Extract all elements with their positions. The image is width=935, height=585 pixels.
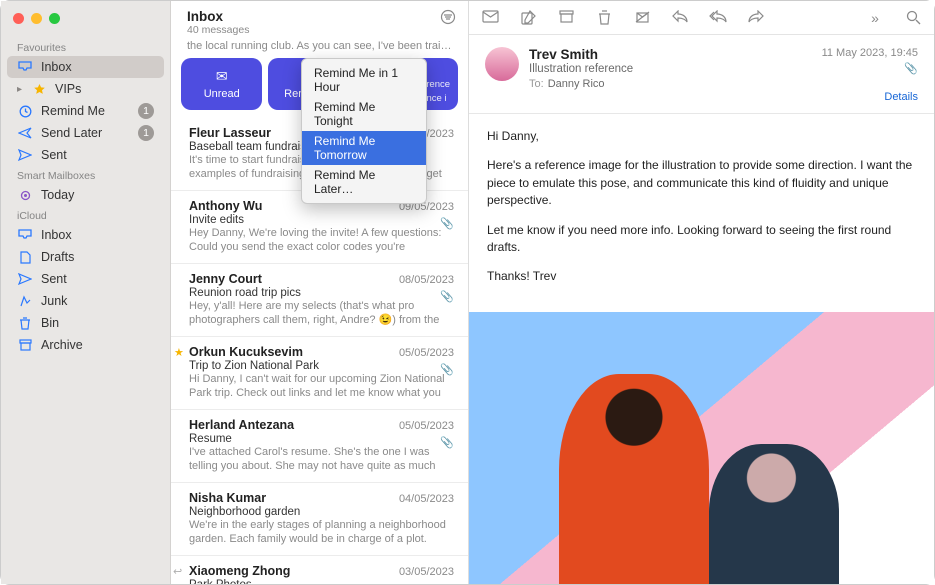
clock-icon bbox=[17, 105, 33, 118]
gear-icon bbox=[17, 189, 33, 202]
bin-icon bbox=[17, 317, 33, 330]
sidebar-section-icloud: iCloud bbox=[1, 206, 170, 224]
search-icon[interactable] bbox=[904, 10, 922, 25]
compose-icon[interactable] bbox=[519, 10, 537, 25]
close-window[interactable] bbox=[13, 13, 24, 24]
figure-silhouette bbox=[559, 374, 709, 584]
avatar bbox=[485, 47, 519, 81]
tray-icon bbox=[17, 229, 33, 241]
figure-silhouette bbox=[709, 444, 839, 584]
message-subject: Illustration reference bbox=[529, 63, 812, 75]
menu-item-1hour[interactable]: Remind Me in 1 Hour bbox=[302, 63, 426, 97]
to-line: To:Danny Rico bbox=[529, 78, 812, 90]
reply-indicator-icon: ↩ bbox=[173, 565, 182, 578]
more-icon[interactable]: » bbox=[866, 10, 884, 26]
reply-all-icon[interactable] bbox=[709, 10, 727, 25]
badge: 1 bbox=[138, 103, 154, 119]
chevron-right-icon: ▸ bbox=[17, 84, 27, 95]
paperclip-icon: 📎 bbox=[822, 62, 918, 75]
paperclip-icon: 📎 bbox=[440, 217, 454, 230]
details-link[interactable]: Details bbox=[822, 91, 918, 103]
attachment-image bbox=[469, 312, 934, 584]
sidebar-item-icloud-sent[interactable]: Sent bbox=[1, 268, 170, 290]
swipe-pills: ✉ Unread ◷ Remind M Trev Smith Illustrat… bbox=[171, 58, 468, 118]
list-item[interactable]: ↩ Xiaomeng Zhong03/05/2023 Park Photos H… bbox=[171, 556, 468, 584]
menu-item-tomorrow[interactable]: Remind Me Tomorrow bbox=[302, 131, 426, 165]
junk-icon[interactable] bbox=[633, 10, 651, 25]
sidebar-item-inbox[interactable]: Inbox bbox=[7, 56, 164, 78]
window-controls bbox=[1, 7, 170, 38]
sidebar-item-send-later[interactable]: Send Later 1 bbox=[1, 122, 170, 144]
badge: 1 bbox=[138, 125, 154, 141]
zoom-window[interactable] bbox=[49, 13, 60, 24]
paperclip-icon: 📎 bbox=[440, 436, 454, 449]
list-subtitle: 40 messages bbox=[187, 24, 249, 36]
pill-unread[interactable]: ✉ Unread bbox=[181, 58, 262, 110]
message-list-pane: Inbox 40 messages the local running club… bbox=[171, 1, 469, 584]
paperclip-icon: 📎 bbox=[440, 363, 454, 376]
from-name: Trev Smith bbox=[529, 47, 812, 62]
list-title: Inbox bbox=[187, 9, 249, 24]
star-icon bbox=[31, 83, 47, 96]
sidebar: Favourites Inbox ▸ VIPs Remind Me 1 Send… bbox=[1, 1, 171, 584]
list-item[interactable]: Herland Antezana05/05/2023 Resume I've a… bbox=[171, 410, 468, 483]
sidebar-item-bin[interactable]: Bin bbox=[1, 312, 170, 334]
top-truncated-preview: the local running club. As you can see, … bbox=[171, 40, 468, 58]
filter-icon[interactable] bbox=[440, 9, 456, 25]
envelope-icon[interactable] bbox=[481, 10, 499, 25]
reply-icon[interactable] bbox=[671, 10, 689, 25]
toolbar: » bbox=[469, 1, 934, 35]
menu-item-later[interactable]: Remind Me Later… bbox=[302, 165, 426, 199]
sidebar-item-archive[interactable]: Archive bbox=[1, 334, 170, 356]
paperclip-icon: 📎 bbox=[440, 290, 454, 303]
sent-icon bbox=[17, 149, 33, 161]
list-item[interactable]: Nisha Kumar04/05/2023 Neighborhood garde… bbox=[171, 483, 468, 556]
doc-icon bbox=[17, 251, 33, 264]
sidebar-item-sent[interactable]: Sent bbox=[1, 144, 170, 166]
sidebar-item-icloud-inbox[interactable]: Inbox bbox=[1, 224, 170, 246]
archive-icon[interactable] bbox=[557, 10, 575, 25]
forward-icon[interactable] bbox=[747, 10, 765, 25]
sidebar-section-smart: Smart Mailboxes bbox=[1, 166, 170, 184]
timestamp: 11 May 2023, 19:45 bbox=[822, 47, 918, 59]
sidebar-item-junk[interactable]: Junk bbox=[1, 290, 170, 312]
sidebar-item-vips[interactable]: ▸ VIPs bbox=[1, 78, 170, 100]
message-header: Trev Smith Illustration reference To:Dan… bbox=[469, 35, 934, 114]
junk-icon bbox=[17, 295, 33, 308]
trash-icon[interactable] bbox=[595, 10, 613, 25]
list-item[interactable]: ★ Orkun Kucuksevim05/05/2023 Trip to Zio… bbox=[171, 337, 468, 410]
sent-icon bbox=[17, 273, 33, 285]
remind-me-menu: Remind Me in 1 Hour Remind Me Tonight Re… bbox=[301, 58, 427, 204]
list-header: Inbox 40 messages bbox=[171, 1, 468, 40]
tray-icon bbox=[17, 61, 33, 73]
sidebar-item-drafts[interactable]: Drafts bbox=[1, 246, 170, 268]
menu-item-tonight[interactable]: Remind Me Tonight bbox=[302, 97, 426, 131]
envelope-icon: ✉ bbox=[216, 68, 228, 85]
star-icon: ★ bbox=[174, 346, 184, 359]
sidebar-item-today[interactable]: Today bbox=[1, 184, 170, 206]
reading-pane: » Trev Smith Illustration reference To:D… bbox=[469, 1, 934, 584]
list-item[interactable]: Jenny Court08/05/2023 Reunion road trip … bbox=[171, 264, 468, 337]
archive-icon bbox=[17, 339, 33, 351]
send-later-icon bbox=[17, 127, 33, 139]
minimize-window[interactable] bbox=[31, 13, 42, 24]
sidebar-item-remind-me[interactable]: Remind Me 1 bbox=[1, 100, 170, 122]
sidebar-section-favourites: Favourites bbox=[1, 38, 170, 56]
message-body: Hi Danny, Here's a reference image for t… bbox=[469, 114, 934, 312]
